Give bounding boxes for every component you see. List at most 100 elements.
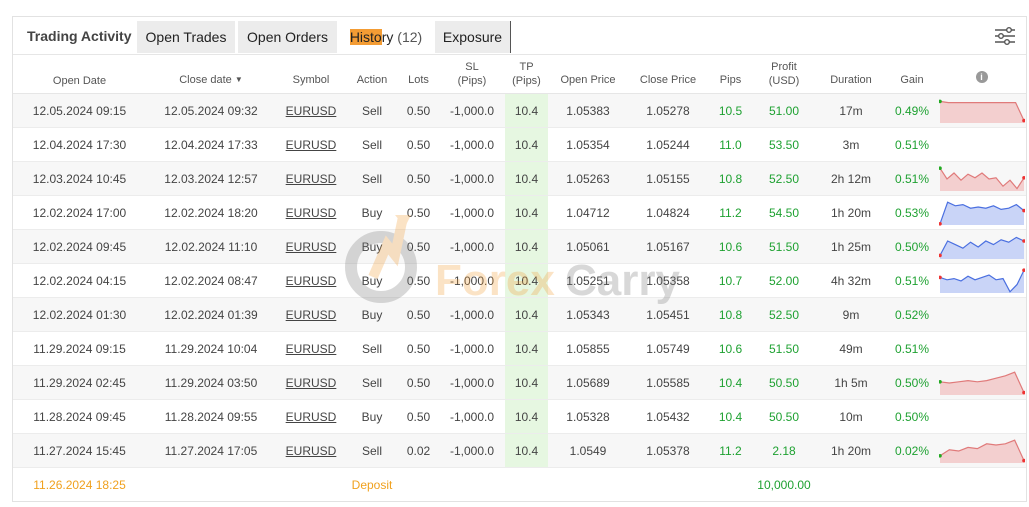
cell-open-price: 1.05263 (548, 161, 628, 196)
col-close-date[interactable]: Close date ▼ (146, 55, 276, 94)
cell-open-date: 12.03.2024 10:45 (13, 161, 146, 196)
col-gain-label: Gain (900, 74, 924, 86)
sparkline-area (939, 100, 1024, 123)
col-tp[interactable]: TP (Pips) (505, 55, 548, 94)
cell-open-date: 11.27.2024 15:45 (13, 433, 146, 468)
cell-symbol[interactable]: EURUSD (276, 229, 346, 264)
cell-close-date: 12.02.2024 11:10 (146, 229, 276, 264)
col-gain[interactable]: Gain (887, 55, 937, 94)
cell-symbol[interactable]: EURUSD (276, 263, 346, 298)
cell-sl: -1,000.0 (439, 433, 505, 468)
table-row[interactable]: 11.27.2024 15:45 11.27.2024 17:05 EURUSD Se… (13, 433, 1026, 468)
cell-symbol[interactable]: EURUSD (276, 433, 346, 468)
cell-pips: 11.0 (708, 127, 753, 162)
table-row[interactable]: 12.02.2024 04:15 12.02.2024 08:47 EURUSD Bu… (13, 263, 1026, 298)
table-row[interactable]: 12.02.2024 01:30 12.02.2024 01:39 EURUSD Bu… (13, 297, 1026, 332)
sparkline-area (939, 167, 1024, 191)
table-row[interactable]: 11.28.2024 09:45 11.28.2024 09:55 EURUSD Bu… (13, 399, 1026, 434)
col-duration[interactable]: Duration (815, 55, 887, 94)
sort-desc-icon: ▼ (234, 75, 243, 84)
sliders-settings-icon[interactable] (994, 25, 1016, 47)
cell-close-price: 1.05432 (628, 399, 708, 434)
cell-lots: 0.50 (398, 399, 439, 434)
cell-symbol[interactable]: EURUSD (276, 127, 346, 162)
cell-profit: 52.00 (753, 263, 815, 298)
cell-gain: 0.51% (887, 263, 937, 298)
cell-sparkline (937, 297, 1026, 332)
table-row[interactable]: 12.02.2024 17:00 12.02.2024 18:20 EURUSD Bu… (13, 195, 1026, 230)
col-open-date-label: Open Date (52, 75, 107, 87)
cell-sl: -1,000.0 (439, 331, 505, 366)
col-pips-label: Pips (719, 74, 742, 86)
cell-duration: 10m (815, 399, 887, 434)
cell-sl: -1,000.0 (439, 195, 505, 230)
cell-open-date: 11.28.2024 09:45 (13, 399, 146, 434)
cell-symbol[interactable]: EURUSD (276, 297, 346, 332)
sparkline-chart (938, 165, 1025, 191)
col-tp-label: TP (519, 61, 534, 73)
table-row[interactable]: 12.04.2024 17:30 12.04.2024 17:33 EURUSD Se… (13, 127, 1026, 162)
cell-symbol[interactable]: EURUSD (276, 331, 346, 366)
cell-lots: 0.50 (398, 263, 439, 298)
cell-open-price: 1.05251 (548, 263, 628, 298)
cell-open-date: 12.02.2024 09:45 (13, 229, 146, 264)
cell-sl: -1,000.0 (439, 127, 505, 162)
table-row[interactable]: 12.05.2024 09:15 12.05.2024 09:32 EURUSD Se… (13, 93, 1026, 128)
tab-bar: Trading Activity Open Trades Open Orders… (13, 17, 1026, 55)
col-sl[interactable]: SL (Pips) (439, 55, 505, 94)
col-close-price[interactable]: Close Price (628, 55, 708, 94)
deposit-row[interactable]: 11.26.2024 18:25 Deposit 10,000.00 (13, 467, 1026, 501)
cell-symbol[interactable]: EURUSD (276, 195, 346, 230)
cell-open-price: 1.05354 (548, 127, 628, 162)
tab-exposure[interactable]: Exposure (435, 21, 511, 53)
table-row[interactable]: 12.02.2024 09:45 12.02.2024 11:10 EURUSD Bu… (13, 229, 1026, 264)
tab-open-orders[interactable]: Open Orders (238, 21, 337, 53)
tab-open-trades[interactable]: Open Trades (137, 21, 235, 53)
col-close-date-label: Close date (179, 74, 232, 86)
cell-close-price: 1.05278 (628, 93, 708, 128)
tab-history[interactable]: History (12) (340, 21, 432, 53)
table-row[interactable]: 12.03.2024 10:45 12.03.2024 12:57 EURUSD Se… (13, 161, 1026, 196)
col-lots-label: Lots (408, 74, 429, 86)
cell-sl: -1,000.0 (439, 365, 505, 400)
cell-sl: -1,000.0 (439, 263, 505, 298)
cell-sparkline (937, 195, 1026, 230)
cell-duration: 17m (815, 93, 887, 128)
col-open-price[interactable]: Open Price (548, 55, 628, 94)
trade-history-table: Open Date Close date ▼ Symbol Action Lot… (13, 55, 1026, 501)
tab-exposure-label: Exposure (442, 29, 503, 45)
col-pips[interactable]: Pips (708, 55, 753, 94)
cell-tp: 10.4 (505, 93, 548, 128)
table-row[interactable]: 11.29.2024 02:45 11.29.2024 03:50 EURUSD Se… (13, 365, 1026, 400)
sparkline-chart (938, 370, 1025, 395)
cell-symbol[interactable]: EURUSD (276, 399, 346, 434)
cell-open-date: 11.29.2024 09:15 (13, 331, 146, 366)
cell-symbol[interactable]: EURUSD (276, 161, 346, 196)
cell-profit: 51.50 (753, 331, 815, 366)
col-symbol[interactable]: Symbol (276, 55, 346, 94)
cell-gain: 0.53% (887, 195, 937, 230)
cell-profit: 52.50 (753, 297, 815, 332)
cell-symbol[interactable]: EURUSD (276, 93, 346, 128)
col-action[interactable]: Action (346, 55, 398, 94)
cell-symbol[interactable]: EURUSD (276, 365, 346, 400)
col-action-label: Action (356, 74, 388, 86)
col-lots[interactable]: Lots (398, 55, 439, 94)
tab-open-orders-label: Open Orders (247, 29, 328, 45)
cell-tp: 10.4 (505, 297, 548, 332)
info-icon[interactable]: i (975, 71, 988, 83)
cell-sparkline (937, 161, 1026, 196)
cell-action: Buy (346, 399, 398, 434)
col-duration-label: Duration (830, 74, 872, 86)
cell-sl: -1,000.0 (439, 161, 505, 196)
col-chart: i (937, 55, 1026, 94)
cell-action: Buy (346, 263, 398, 298)
cell-close-date: 11.29.2024 03:50 (146, 365, 276, 400)
cell-open-price: 1.05061 (548, 229, 628, 264)
cell-lots: 0.50 (398, 161, 439, 196)
col-profit[interactable]: Profit (USD) (753, 55, 815, 94)
cell-close-date: 12.02.2024 01:39 (146, 297, 276, 332)
cell-sl: -1,000.0 (439, 93, 505, 128)
table-row[interactable]: 11.29.2024 09:15 11.29.2024 10:04 EURUSD Se… (13, 331, 1026, 366)
col-open-date[interactable]: Open Date (13, 55, 146, 94)
